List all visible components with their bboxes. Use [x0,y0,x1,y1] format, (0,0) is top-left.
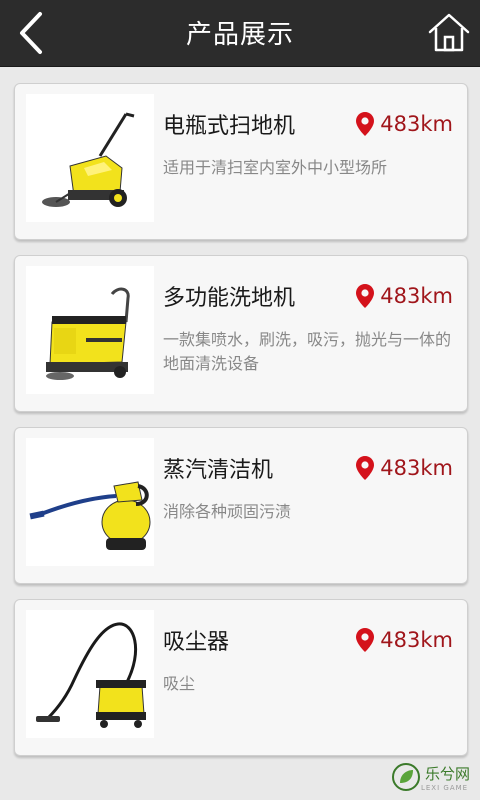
product-card[interactable]: 吸尘器 483km 吸尘 [14,599,468,756]
location-pin-icon [356,112,375,136]
watermark-text: 乐兮网 [424,764,470,783]
product-name: 电瓶式扫地机 [163,114,296,139]
product-name: 蒸汽清洁机 [163,458,274,483]
page-title: 产品展示 [185,20,294,50]
distance-value: 483km [380,628,453,652]
watermark-subtext: LEXI GAME [420,783,469,792]
product-image-sweeper [26,94,154,222]
product-description: 一款集喷水，刷洗，吸污，抛光与一体的地面清洗设备 [163,330,452,373]
location-pin-icon [356,628,375,652]
distance-value: 483km [380,284,453,308]
product-card[interactable]: 多功能洗地机 483km 一款集喷水，刷洗，吸污，抛光与一体的地面清洗设备 [14,255,468,412]
leaf-logo-icon [391,763,420,791]
product-image-steamer [26,438,154,566]
distance: 483km [356,456,453,480]
home-icon [428,13,470,52]
distance: 483km [356,112,453,136]
product-card[interactable]: 蒸汽清洁机 483km 消除各种顽固污渍 [14,427,468,584]
home-button[interactable] [426,10,472,56]
product-card[interactable]: 电瓶式扫地机 483km 适用于清扫室内室外中小型场所 [14,83,468,240]
distance: 483km [356,628,453,652]
location-pin-icon [356,284,375,308]
distance-value: 483km [380,456,453,480]
product-name: 吸尘器 [163,630,230,655]
distance-value: 483km [380,112,453,136]
top-bar: 产品展示 [0,0,480,67]
product-description: 适用于清扫室内室外中小型场所 [163,158,388,177]
product-name: 多功能洗地机 [163,286,296,311]
location-pin-icon [356,456,375,480]
product-image-vacuum [26,610,154,738]
watermark: 乐兮网 LEXI GAME [391,762,470,792]
product-description: 消除各种顽固污渍 [163,502,292,521]
product-description: 吸尘 [163,674,196,693]
distance: 483km [356,284,453,308]
product-image-scrubber [26,266,154,394]
